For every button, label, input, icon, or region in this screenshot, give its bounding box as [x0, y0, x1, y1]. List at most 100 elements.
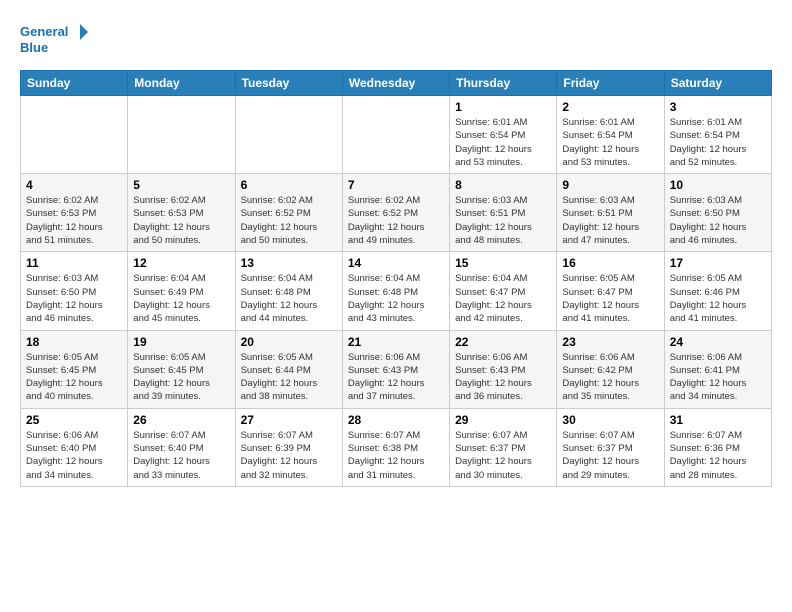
day-number: 10 [670, 178, 766, 192]
calendar-cell: 13 Sunrise: 6:04 AM Sunset: 6:48 PM Dayli… [235, 252, 342, 330]
weekday-header-friday: Friday [557, 71, 664, 96]
weekday-header-thursday: Thursday [450, 71, 557, 96]
calendar-cell: 9Sunrise: 6:03 AM Sunset: 6:51 PM Daylig… [557, 174, 664, 252]
calendar-cell: 23 Sunrise: 6:06 AM Sunset: 6:42 PM Dayli… [557, 330, 664, 408]
day-info: Sunrise: 6:04 AM Sunset: 6:47 PM Dayligh… [455, 272, 551, 325]
day-number: 26 [133, 413, 229, 427]
day-number: 5 [133, 178, 229, 192]
day-info: Sunrise: 6:03 AM Sunset: 6:50 PM Dayligh… [670, 194, 766, 247]
weekday-header-monday: Monday [128, 71, 235, 96]
day-info: Sunrise: 6:04 AM Sunset: 6:48 PM Dayligh… [348, 272, 444, 325]
calendar-header-row: SundayMondayTuesdayWednesdayThursdayFrid… [21, 71, 772, 96]
day-info: Sunrise: 6:05 AM Sunset: 6:45 PM Dayligh… [133, 351, 229, 404]
day-number: 23 [562, 335, 658, 349]
day-info: Sunrise: 6:05 AM Sunset: 6:44 PM Dayligh… [241, 351, 337, 404]
svg-text:Blue: Blue [20, 40, 48, 55]
weekday-header-tuesday: Tuesday [235, 71, 342, 96]
day-info: Sunrise: 6:07 AM Sunset: 6:37 PM Dayligh… [562, 429, 658, 482]
calendar-cell: 17 Sunrise: 6:05 AM Sunset: 6:46 PM Dayli… [664, 252, 771, 330]
calendar-cell: 11Sunrise: 6:03 AM Sunset: 6:50 PM Dayli… [21, 252, 128, 330]
day-info: Sunrise: 6:06 AM Sunset: 6:41 PM Dayligh… [670, 351, 766, 404]
day-info: Sunrise: 6:06 AM Sunset: 6:42 PM Dayligh… [562, 351, 658, 404]
day-info: Sunrise: 6:05 AM Sunset: 6:46 PM Dayligh… [670, 272, 766, 325]
day-number: 2 [562, 100, 658, 114]
logo-svg: General Blue [20, 20, 90, 60]
day-number: 19 [133, 335, 229, 349]
day-number: 6 [241, 178, 337, 192]
calendar-cell: 21 Sunrise: 6:06 AM Sunset: 6:43 PM Dayli… [342, 330, 449, 408]
day-info: Sunrise: 6:02 AM Sunset: 6:52 PM Dayligh… [348, 194, 444, 247]
weekday-header-saturday: Saturday [664, 71, 771, 96]
calendar-cell: 1Sunrise: 6:01 AM Sunset: 6:54 PM Daylig… [450, 96, 557, 174]
day-number: 29 [455, 413, 551, 427]
day-number: 28 [348, 413, 444, 427]
day-info: Sunrise: 6:04 AM Sunset: 6:48 PM Dayligh… [241, 272, 337, 325]
calendar-cell: 3 Sunrise: 6:01 AM Sunset: 6:54 PM Daylig… [664, 96, 771, 174]
page-header: General Blue [20, 20, 772, 60]
calendar-week-4: 18Sunrise: 6:05 AM Sunset: 6:45 PM Dayli… [21, 330, 772, 408]
day-number: 20 [241, 335, 337, 349]
day-info: Sunrise: 6:01 AM Sunset: 6:54 PM Dayligh… [562, 116, 658, 169]
day-info: Sunrise: 6:05 AM Sunset: 6:45 PM Dayligh… [26, 351, 122, 404]
day-number: 17 [670, 256, 766, 270]
calendar-cell: 4Sunrise: 6:02 AM Sunset: 6:53 PM Daylig… [21, 174, 128, 252]
calendar-week-3: 11Sunrise: 6:03 AM Sunset: 6:50 PM Dayli… [21, 252, 772, 330]
logo: General Blue [20, 20, 90, 60]
day-info: Sunrise: 6:02 AM Sunset: 6:52 PM Dayligh… [241, 194, 337, 247]
day-number: 9 [562, 178, 658, 192]
day-info: Sunrise: 6:06 AM Sunset: 6:43 PM Dayligh… [348, 351, 444, 404]
calendar-cell: 2 Sunrise: 6:01 AM Sunset: 6:54 PM Daylig… [557, 96, 664, 174]
day-number: 7 [348, 178, 444, 192]
day-number: 13 [241, 256, 337, 270]
calendar-cell: 12Sunrise: 6:04 AM Sunset: 6:49 PM Dayli… [128, 252, 235, 330]
day-number: 11 [26, 256, 122, 270]
calendar-cell [235, 96, 342, 174]
calendar-cell: 18Sunrise: 6:05 AM Sunset: 6:45 PM Dayli… [21, 330, 128, 408]
day-info: Sunrise: 6:02 AM Sunset: 6:53 PM Dayligh… [133, 194, 229, 247]
day-info: Sunrise: 6:07 AM Sunset: 6:39 PM Dayligh… [241, 429, 337, 482]
day-info: Sunrise: 6:07 AM Sunset: 6:38 PM Dayligh… [348, 429, 444, 482]
calendar-cell: 25Sunrise: 6:06 AM Sunset: 6:40 PM Dayli… [21, 408, 128, 486]
calendar-cell: 16Sunrise: 6:05 AM Sunset: 6:47 PM Dayli… [557, 252, 664, 330]
day-number: 21 [348, 335, 444, 349]
day-number: 14 [348, 256, 444, 270]
day-number: 3 [670, 100, 766, 114]
calendar-week-1: 1Sunrise: 6:01 AM Sunset: 6:54 PM Daylig… [21, 96, 772, 174]
calendar-cell: 28 Sunrise: 6:07 AM Sunset: 6:38 PM Dayli… [342, 408, 449, 486]
calendar-cell: 10 Sunrise: 6:03 AM Sunset: 6:50 PM Dayli… [664, 174, 771, 252]
day-info: Sunrise: 6:07 AM Sunset: 6:40 PM Dayligh… [133, 429, 229, 482]
day-number: 16 [562, 256, 658, 270]
calendar-cell: 5 Sunrise: 6:02 AM Sunset: 6:53 PM Daylig… [128, 174, 235, 252]
day-number: 8 [455, 178, 551, 192]
calendar-week-5: 25Sunrise: 6:06 AM Sunset: 6:40 PM Dayli… [21, 408, 772, 486]
calendar-table: SundayMondayTuesdayWednesdayThursdayFrid… [20, 70, 772, 487]
day-info: Sunrise: 6:06 AM Sunset: 6:43 PM Dayligh… [455, 351, 551, 404]
day-number: 31 [670, 413, 766, 427]
svg-text:General: General [20, 24, 68, 39]
calendar-cell [342, 96, 449, 174]
day-number: 30 [562, 413, 658, 427]
day-number: 25 [26, 413, 122, 427]
day-number: 27 [241, 413, 337, 427]
day-info: Sunrise: 6:04 AM Sunset: 6:49 PM Dayligh… [133, 272, 229, 325]
calendar-cell: 14 Sunrise: 6:04 AM Sunset: 6:48 PM Dayli… [342, 252, 449, 330]
calendar-cell: 27 Sunrise: 6:07 AM Sunset: 6:39 PM Dayli… [235, 408, 342, 486]
day-number: 24 [670, 335, 766, 349]
day-number: 22 [455, 335, 551, 349]
day-info: Sunrise: 6:07 AM Sunset: 6:36 PM Dayligh… [670, 429, 766, 482]
calendar-cell [128, 96, 235, 174]
calendar-cell: 20 Sunrise: 6:05 AM Sunset: 6:44 PM Dayli… [235, 330, 342, 408]
day-number: 15 [455, 256, 551, 270]
weekday-header-sunday: Sunday [21, 71, 128, 96]
day-info: Sunrise: 6:01 AM Sunset: 6:54 PM Dayligh… [670, 116, 766, 169]
calendar-cell: 19 Sunrise: 6:05 AM Sunset: 6:45 PM Dayli… [128, 330, 235, 408]
day-info: Sunrise: 6:02 AM Sunset: 6:53 PM Dayligh… [26, 194, 122, 247]
calendar-cell: 31 Sunrise: 6:07 AM Sunset: 6:36 PM Dayli… [664, 408, 771, 486]
calendar-cell [21, 96, 128, 174]
calendar-cell: 24 Sunrise: 6:06 AM Sunset: 6:41 PM Dayli… [664, 330, 771, 408]
day-info: Sunrise: 6:07 AM Sunset: 6:37 PM Dayligh… [455, 429, 551, 482]
weekday-header-wednesday: Wednesday [342, 71, 449, 96]
calendar-cell: 30 Sunrise: 6:07 AM Sunset: 6:37 PM Dayli… [557, 408, 664, 486]
calendar-cell: 26 Sunrise: 6:07 AM Sunset: 6:40 PM Dayli… [128, 408, 235, 486]
calendar-cell: 6 Sunrise: 6:02 AM Sunset: 6:52 PM Daylig… [235, 174, 342, 252]
